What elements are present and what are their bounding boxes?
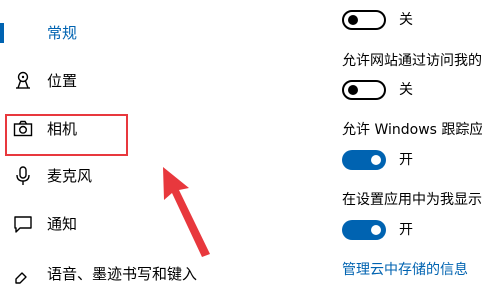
speech-icon bbox=[12, 263, 34, 285]
location-icon bbox=[12, 70, 34, 92]
toggle-state-label: 关 bbox=[399, 12, 413, 28]
toggle-state-label: 关 bbox=[399, 82, 413, 98]
toggle-switch[interactable] bbox=[342, 220, 386, 240]
toggle-knob bbox=[348, 15, 358, 25]
nav-item-label: 常规 bbox=[47, 24, 78, 42]
toggle-state-label: 开 bbox=[399, 152, 413, 168]
toggle-knob bbox=[371, 225, 381, 235]
toggle-knob bbox=[348, 85, 358, 95]
nav-item-label: 位置 bbox=[47, 72, 78, 90]
notification-icon bbox=[12, 213, 34, 235]
privacy-settings-panel: 关 允许网站通过访问我的 关 允许 Windows 跟踪应 开 在设置应用中为我… bbox=[342, 0, 482, 278]
nav-item-label: 通知 bbox=[47, 215, 78, 233]
nav-item-general[interactable]: 常规 bbox=[0, 10, 235, 56]
selection-accent-bar bbox=[0, 23, 4, 43]
setting-description: 在设置应用中为我显示 bbox=[342, 192, 482, 208]
nav-item-location[interactable]: 位置 bbox=[0, 58, 235, 104]
toggle-switch[interactable] bbox=[342, 150, 386, 170]
annotation-highlight-box bbox=[5, 114, 128, 156]
setting-description: 允许网站通过访问我的 bbox=[342, 53, 482, 69]
toggle-knob bbox=[371, 155, 381, 165]
nav-item-label: 语音、墨迹书写和键入 bbox=[47, 265, 198, 283]
toggle-switch[interactable] bbox=[342, 80, 386, 100]
annotation-arrow-icon bbox=[150, 160, 220, 264]
setting-description: 允许 Windows 跟踪应 bbox=[342, 122, 482, 138]
toggle-state-label: 开 bbox=[399, 222, 413, 238]
manage-cloud-info-link[interactable]: 管理云中存储的信息 bbox=[342, 260, 468, 280]
toggle-switch[interactable] bbox=[342, 10, 386, 30]
nav-item-label: 麦克风 bbox=[47, 167, 93, 185]
microphone-icon bbox=[12, 165, 34, 187]
